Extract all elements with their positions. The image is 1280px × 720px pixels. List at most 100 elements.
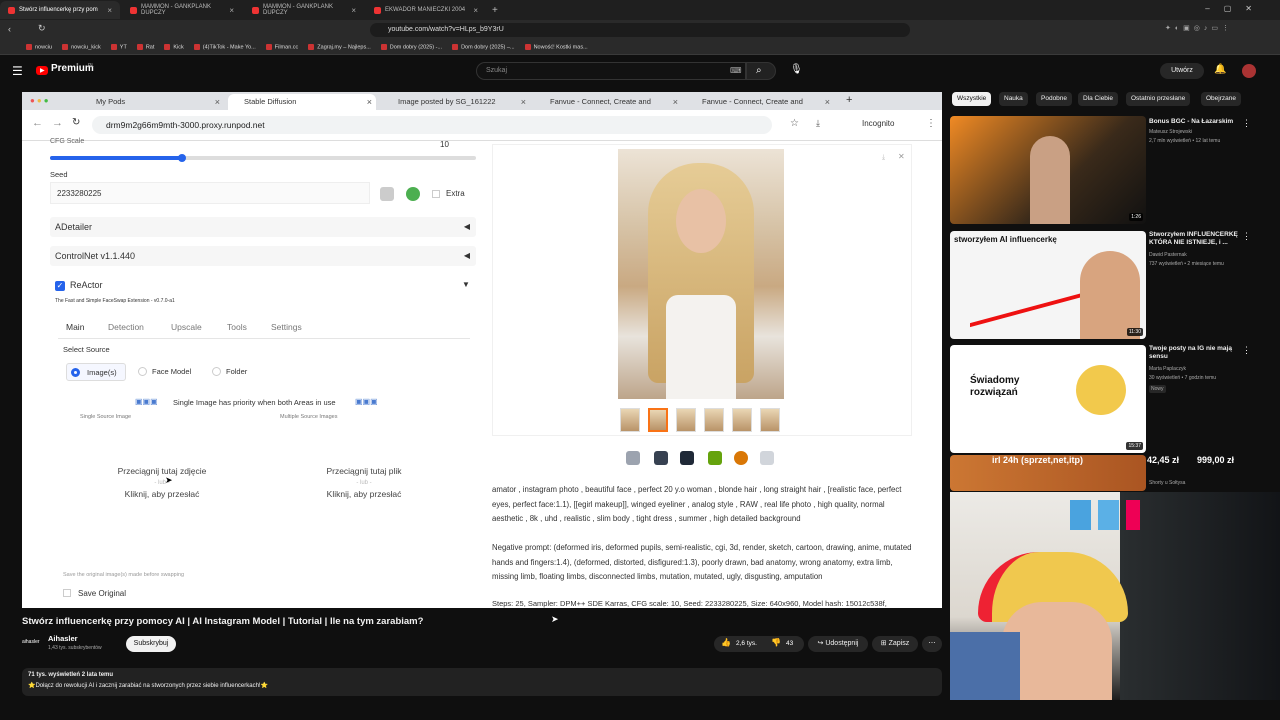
share-button[interactable]: ↪ Udostępnij xyxy=(808,636,868,652)
close-icon[interactable]: × xyxy=(521,94,526,110)
new-tab-icon[interactable]: + xyxy=(492,5,498,16)
inner-tab-fanvue-1[interactable]: Fanvue - Connect, Create and × xyxy=(534,94,682,110)
bookmark[interactable]: Filman.cc xyxy=(266,44,299,50)
gallery-thumbnail[interactable] xyxy=(760,408,780,432)
search-button[interactable]: ⌕ xyxy=(746,62,776,80)
extra-checkbox[interactable] xyxy=(432,190,440,198)
youtube-logo-icon[interactable]: ▶ xyxy=(36,66,48,75)
tab-settings[interactable]: Settings xyxy=(271,322,302,332)
close-icon[interactable]: × xyxy=(673,94,678,110)
close-icon[interactable]: ✕ xyxy=(898,152,905,161)
more-icon[interactable]: ⋮ xyxy=(1242,118,1251,129)
chip-watched[interactable]: Obejrzane xyxy=(1201,92,1241,106)
close-icon[interactable]: × xyxy=(215,94,220,110)
single-image-dropzone[interactable]: Przeciągnij tutaj zdjęcie - lub - Klikni… xyxy=(62,422,262,562)
gallery-thumbnail[interactable] xyxy=(676,408,696,432)
subscribe-button[interactable]: Subskrybuj xyxy=(126,636,176,652)
close-icon[interactable]: × xyxy=(473,6,478,15)
chip-for-you[interactable]: Dla Ciebie xyxy=(1078,92,1118,106)
bookmark[interactable]: Dom dobry (2025) -... xyxy=(381,44,442,50)
window-controls[interactable]: –▢✕ xyxy=(1205,4,1266,13)
like-icon[interactable]: 👍 xyxy=(721,638,731,647)
more-icon[interactable]: ⋮ xyxy=(926,118,936,129)
tab-upscale[interactable]: Upscale xyxy=(171,322,202,332)
reload-icon[interactable]: ↻ xyxy=(72,117,80,128)
create-button[interactable]: Utwórz xyxy=(1160,63,1204,79)
open-folder-icon[interactable] xyxy=(626,451,640,465)
forward-icon[interactable]: → xyxy=(52,117,63,129)
bookmark[interactable]: Nowość! Kostki mas... xyxy=(525,44,588,50)
inner-tab-fanvue-2[interactable]: Fanvue - Connect, Create and × xyxy=(686,94,834,110)
bookmark[interactable]: Dom dobry (2025) –... xyxy=(452,44,515,50)
keyboard-icon[interactable]: ⌨ xyxy=(730,66,742,75)
save-original-checkbox[interactable] xyxy=(63,589,71,597)
inner-tab-my-pods[interactable]: My Pods × xyxy=(80,94,224,110)
inner-tab-image-posted[interactable]: Image posted by SG_161222 × xyxy=(382,94,530,110)
description-box[interactable]: 71 tys. wyświetleń 2 lata temu ⭐Dołącz d… xyxy=(22,668,942,696)
source-option-face-model[interactable]: Face Model xyxy=(136,363,200,381)
cfg-scale-slider-thumb[interactable] xyxy=(178,154,187,162)
recommendation-title[interactable]: Twoje posty na IG nie mają sensu xyxy=(1149,345,1239,361)
chip-similar[interactable]: Podobne xyxy=(1036,92,1073,106)
outer-tab-2[interactable]: MAMMON - GANKPLANK DUPCZY × xyxy=(122,1,242,19)
download-icon[interactable]: ⤓ xyxy=(816,118,820,129)
recommendation-thumbnail[interactable]: stworzyłem AI influencerkę 11:30 xyxy=(950,231,1146,339)
bookmark[interactable]: nowciu_kick xyxy=(62,44,101,50)
random-seed-icon[interactable] xyxy=(380,187,394,201)
controlnet-accordion[interactable]: ControlNet v1.1.440 ◀ xyxy=(50,246,476,266)
cfg-scale-value[interactable]: 10 xyxy=(440,140,449,149)
tab-main[interactable]: Main xyxy=(66,322,84,332)
recommendation-title[interactable]: Stworzyłem INFLUENCERKĘ KTÓRA NIE ISTNIE… xyxy=(1149,231,1239,247)
gallery-thumbnail[interactable] xyxy=(732,408,752,432)
avatar[interactable] xyxy=(1242,64,1256,78)
close-icon[interactable]: × xyxy=(351,6,356,15)
recommendation-thumbnail[interactable]: 1:26 xyxy=(950,116,1146,224)
shorts-channel[interactable]: Shorty u Sołtysa xyxy=(1149,480,1185,486)
tab-tools[interactable]: Tools xyxy=(227,322,247,332)
microphone-icon[interactable]: 🎙 xyxy=(790,64,803,75)
outer-tab-4[interactable]: EKWADOR MANIECZKI 2004 × xyxy=(366,1,486,19)
close-icon[interactable]: × xyxy=(229,6,234,15)
search-input[interactable]: Szukaj xyxy=(476,62,746,80)
source-option-folder[interactable]: Folder xyxy=(210,363,260,381)
channel-name[interactable]: Aihasler xyxy=(48,634,78,643)
notifications-icon[interactable]: 🔔 xyxy=(1214,64,1226,75)
download-icon[interactable]: ⤓ xyxy=(882,154,885,162)
chip-all[interactable]: Wszystkie xyxy=(952,92,992,106)
bookmark-star-icon[interactable]: ☆ xyxy=(790,118,799,129)
bookmark[interactable]: (4)TikTok - Make Yo... xyxy=(194,44,256,50)
chip-recently-uploaded[interactable]: Ostatnio przesłane xyxy=(1126,92,1191,106)
recommendation-channel[interactable]: Dawid Pasternak xyxy=(1149,252,1244,259)
incognito-label[interactable]: Incognito xyxy=(862,119,894,128)
multiple-image-dropzone[interactable]: Przeciągnij tutaj plik - lub - Kliknij, … xyxy=(264,422,464,562)
back-icon[interactable]: ‹ xyxy=(8,24,11,34)
adetailer-accordion[interactable]: ADetailer ◀ xyxy=(50,217,476,237)
recycle-seed-icon[interactable] xyxy=(406,187,420,201)
close-icon[interactable]: × xyxy=(107,6,112,15)
gallery-thumbnail-selected[interactable] xyxy=(648,408,668,432)
generated-image[interactable] xyxy=(618,149,784,399)
more-icon[interactable]: ⋮ xyxy=(1242,345,1251,356)
extension-icons[interactable]: ✦◐▣◎♪▭⋮ xyxy=(1165,24,1233,32)
zip-icon[interactable] xyxy=(680,451,694,465)
recommendation-channel[interactable]: Marta Paplaczyk xyxy=(1149,366,1244,373)
recommendation-thumbnail[interactable]: Świadomy rozwiązań 15:37 xyxy=(950,345,1146,453)
shorts-thumbnail[interactable]: irl 24h (sprzet,net,itp) xyxy=(950,455,1146,491)
seed-input[interactable]: 2233280225 xyxy=(50,182,370,204)
close-icon[interactable]: × xyxy=(825,94,830,110)
send-to-inpaint-icon[interactable] xyxy=(734,451,748,465)
bookmark[interactable]: nowciu xyxy=(26,44,52,50)
send-to-img2img-icon[interactable] xyxy=(708,451,722,465)
more-icon[interactable]: ⋮ xyxy=(1242,231,1251,242)
back-icon[interactable]: ← xyxy=(32,117,43,129)
bookmark[interactable]: Rat xyxy=(137,44,155,50)
reload-icon[interactable]: ↻ xyxy=(38,23,46,34)
send-to-extras-icon[interactable] xyxy=(760,451,774,465)
channel-logo[interactable]: aihasler xyxy=(22,636,42,648)
recommendation-title[interactable]: Bonus BGC - Na Łazarskim xyxy=(1149,118,1239,126)
close-icon[interactable]: × xyxy=(367,94,372,110)
inner-tab-stable-diffusion[interactable]: Stable Diffusion × xyxy=(228,94,376,110)
chip-learning[interactable]: Nauka xyxy=(999,92,1028,106)
bookmark[interactable]: Zagraj.my – Najleps... xyxy=(308,44,371,50)
dislike-count[interactable]: 43 xyxy=(786,640,793,647)
